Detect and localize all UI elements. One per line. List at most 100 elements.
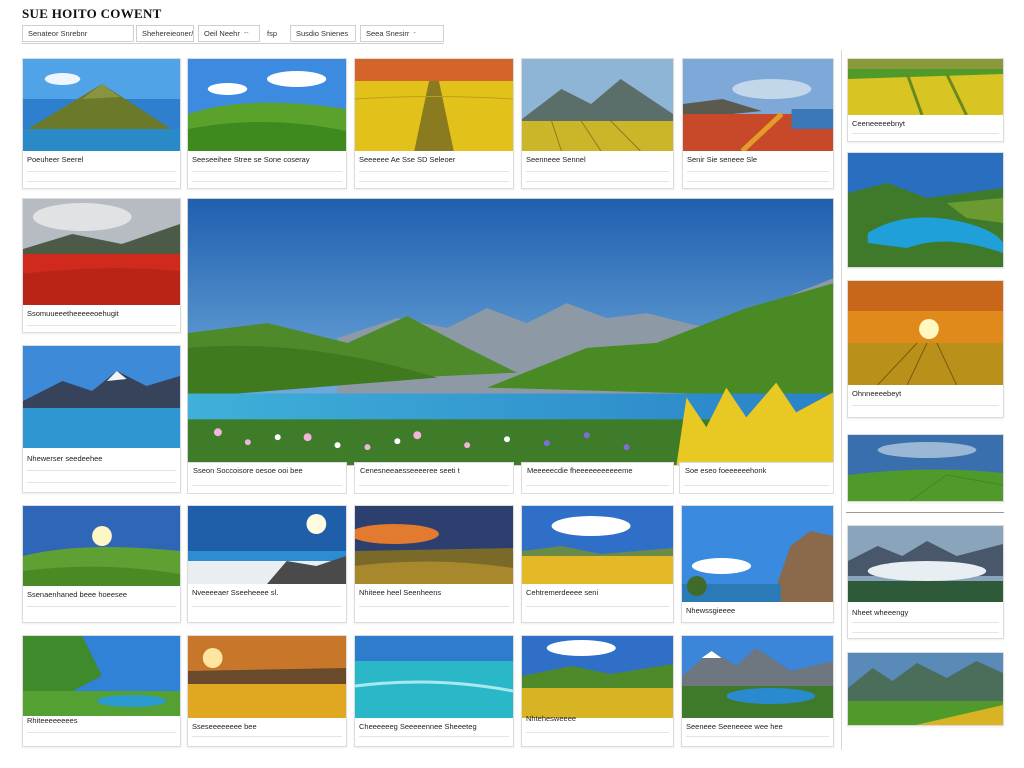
photo-card[interactable]: Seeeeee Ae Sse SD Seleoer (354, 58, 514, 189)
photo-card[interactable]: Nhewssgieeee (681, 505, 834, 623)
photo-card[interactable]: Nveeeeaer Sseeheeee sl. (187, 505, 347, 623)
divider (526, 606, 669, 607)
filter-dropdown-1[interactable]: Senateor Snrebnr (22, 25, 134, 42)
divider (687, 171, 829, 172)
divider (852, 133, 999, 134)
filter-dropdown-6[interactable]: Seea Snesirr - (360, 25, 444, 42)
photo-caption: Poeuheer Seerel (27, 155, 84, 164)
section-divider (846, 512, 1004, 513)
featured-caption: Soe eseo foeeeeeehonk (679, 462, 834, 494)
photo-thumbnail (188, 59, 346, 151)
photo-card[interactable]: Ssenaenhaned beee hoeesee (22, 505, 181, 623)
divider (27, 482, 176, 483)
photo-card[interactable]: Ohnneeeebeyt (847, 280, 1004, 418)
divider (686, 736, 829, 737)
divider (192, 171, 342, 172)
photo-card[interactable]: Cheeeeeeg Seeeeennee Sheeeteg (354, 635, 514, 747)
photo-thumbnail (188, 506, 346, 584)
divider (359, 171, 509, 172)
divider (852, 632, 999, 633)
photo-card[interactable]: Seenneee Sennel (521, 58, 674, 189)
divider (852, 622, 999, 623)
photo-card[interactable]: Nheet wheeengy (847, 525, 1004, 639)
photo-card[interactable]: Ssomuueeetheeeeeoehugit (22, 198, 181, 333)
divider (359, 181, 509, 182)
photo-card[interactable] (847, 434, 1004, 502)
app-title: SUE HOITO COWENT (22, 6, 162, 21)
photo-card[interactable] (847, 652, 1004, 726)
divider (27, 325, 176, 326)
filter-dropdown-3[interactable]: Oeil Neehr -- (198, 25, 260, 42)
photo-caption: Sseseeeeeeee bee (192, 722, 257, 731)
photo-card[interactable]: Nhtehesweeee (521, 635, 674, 747)
photo-card[interactable]: Sseseeeeeeee bee (187, 635, 347, 747)
photo-thumbnail (23, 636, 180, 716)
filter-label: Seea Snesirr (366, 29, 410, 38)
photo-thumbnail (848, 526, 1003, 602)
filter-label: fsp (267, 29, 278, 38)
filter-dropdown-4[interactable]: fsp (262, 25, 286, 42)
photo-caption: Nhewssgieeee (686, 606, 736, 615)
photo-card[interactable]: Rhiteeeeeeees (22, 635, 181, 747)
photo-thumbnail (355, 59, 513, 151)
photo-caption: Seenneee Sennel (526, 155, 586, 164)
photo-thumbnail (23, 59, 180, 151)
photo-caption: Seeeeee Ae Sse SD Seleoer (359, 155, 456, 164)
chevron-down-icon: - (413, 30, 416, 37)
photo-thumbnail (848, 653, 1003, 725)
photo-thumbnail (23, 346, 180, 448)
photo-caption: Cheeeeeeg Seeeeennee Sheeeteg (359, 722, 477, 731)
photo-thumbnail (188, 636, 346, 718)
divider (359, 736, 509, 737)
photo-card[interactable]: Seeneee Seeneeee wee hee (681, 635, 834, 747)
photo-thumbnail (682, 506, 833, 602)
featured-caption: Meeeeecdie fheeeeeeeeeeeme (521, 462, 674, 494)
photo-thumbnail (355, 636, 513, 718)
photo-caption: Nheet wheeengy (852, 608, 909, 617)
divider (27, 470, 176, 471)
photo-thumbnail (848, 153, 1003, 267)
photo-card[interactable]: Nhiteee heel Seenheens (354, 505, 514, 623)
photo-card[interactable]: Poeuheer Seerel (22, 58, 181, 189)
photo-card[interactable]: Nhewerser seedeehee (22, 345, 181, 493)
photo-thumbnail (848, 281, 1003, 385)
photo-thumbnail (522, 636, 673, 718)
filter-dropdown-5[interactable]: Susdio Snienes (290, 25, 356, 42)
photo-card[interactable]: Senir Sie seneee Sle (682, 58, 834, 189)
divider (526, 181, 669, 182)
divider (852, 405, 999, 406)
photo-card[interactable]: Seeseeihee Stree se Sone coseray (187, 58, 347, 189)
chevron-down-icon: -- (243, 30, 249, 37)
filter-divider (22, 43, 444, 44)
photo-caption: Ssomuueeetheeeeeoehugit (27, 309, 119, 318)
photo-caption: Seeseeihee Stree se Sone coseray (192, 155, 310, 164)
divider (687, 181, 829, 182)
divider (359, 606, 509, 607)
photo-thumbnail (355, 506, 513, 584)
divider (27, 732, 176, 733)
divider (27, 181, 176, 182)
photo-caption: Ssenaenhaned beee hoeesee (27, 590, 128, 599)
photo-thumbnail (23, 199, 180, 305)
photo-card[interactable]: Cehtremerdeeee seni (521, 505, 674, 623)
divider (192, 606, 342, 607)
photo-card[interactable]: Ceeneeeeebnyt (847, 58, 1004, 142)
filter-label: Oeil Neehr (204, 29, 240, 38)
photo-caption: Nhewerser seedeehee (27, 454, 103, 463)
featured-caption: Sseon Soccoisore oesoe ooi bee (187, 462, 347, 494)
filter-label: Susdio Snienes (296, 29, 349, 38)
divider (526, 171, 669, 172)
photo-caption: Seeneee Seeneeee wee hee (686, 722, 783, 731)
photo-thumbnail (682, 636, 833, 718)
photo-thumbnail (23, 506, 180, 586)
photo-card[interactable] (847, 152, 1004, 268)
filter-dropdown-2[interactable]: Shehereieoner/be (136, 25, 194, 42)
divider (27, 171, 176, 172)
photo-thumbnail (522, 59, 673, 151)
photo-caption: Nhtehesweeee (526, 714, 577, 723)
photo-caption: Ceeneeeeebnyt (852, 119, 905, 128)
featured-photo[interactable] (187, 198, 834, 466)
photo-caption: Senir Sie seneee Sle (687, 155, 758, 164)
photo-caption: Nveeeeaer Sseeheeee sl. (192, 588, 279, 597)
divider (27, 606, 176, 607)
